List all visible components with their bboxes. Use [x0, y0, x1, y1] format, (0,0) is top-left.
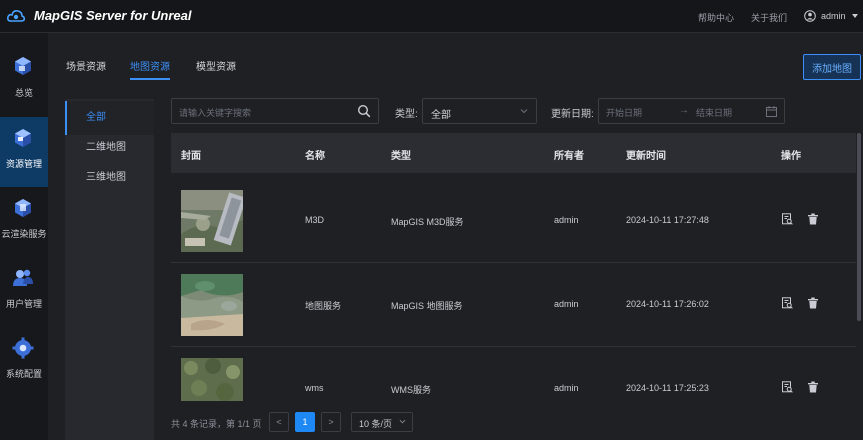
type-select-value: 全部: [431, 110, 451, 121]
cloud-logo-icon: [7, 10, 25, 22]
pagination-summary: 共 4 条记录，第 1/1 页: [171, 419, 262, 429]
resource-cube-icon: [15, 129, 31, 147]
view-details-icon[interactable]: [781, 297, 793, 309]
users-icon: [13, 269, 33, 286]
type-filter-label: 类型:: [395, 109, 418, 120]
row-type: WMS服务: [391, 385, 431, 395]
date-range-arrow: →: [679, 105, 689, 116]
row-type: MapGIS M3D服务: [391, 217, 464, 227]
search-input[interactable]: 请输入关键字搜索: [171, 98, 379, 124]
date-filter-label: 更新日期:: [551, 109, 594, 120]
table-row: M3D MapGIS M3D服务 admin 2024-10-11 17:27:…: [171, 179, 856, 263]
row-name: 地图服务: [305, 301, 342, 311]
cover-thumbnail[interactable]: [181, 358, 243, 401]
resource-table: 封面 名称 类型 所有者 更新时间 操作 M3D MapGIS M3D服务 ad…: [171, 133, 856, 401]
table-header: 封面 名称 类型 所有者 更新时间 操作: [171, 133, 856, 173]
category-2d-map[interactable]: 二维地图: [65, 131, 154, 165]
table-row: wms WMS服务 admin 2024-10-11 17:25:23: [171, 347, 856, 401]
sidebar-item-overview[interactable]: 总览: [0, 33, 48, 103]
page-size-select[interactable]: 10 条/页: [351, 412, 413, 432]
tab-model-resources[interactable]: 模型资源: [196, 58, 236, 73]
view-details-icon[interactable]: [781, 213, 793, 225]
category-panel: 全部 二维地图 三维地图: [65, 99, 154, 440]
sidebar-item-label: 用户管理: [5, 299, 42, 309]
column-header-actions: 操作: [781, 151, 801, 162]
delete-icon[interactable]: [807, 381, 819, 393]
row-updated: 2024-10-11 17:26:02: [626, 299, 709, 309]
row-owner: admin: [554, 215, 579, 225]
calendar-icon: [766, 106, 777, 117]
column-header-owner: 所有者: [554, 151, 584, 162]
prev-page-button[interactable]: <: [269, 412, 289, 432]
table-scrollbar[interactable]: [856, 133, 862, 401]
date-range-picker[interactable]: 开始日期 → 结束日期: [598, 98, 785, 124]
user-menu[interactable]: admin: [804, 9, 858, 23]
row-type: MapGIS 地图服务: [391, 301, 463, 311]
delete-icon[interactable]: [807, 297, 819, 309]
sidebar-item-user-management[interactable]: 用户管理: [0, 257, 48, 327]
row-updated: 2024-10-11 17:27:48: [626, 215, 709, 225]
sidebar-item-label: 总览: [14, 88, 33, 98]
row-owner: admin: [554, 299, 579, 309]
username: admin: [821, 11, 846, 21]
row-name: wms: [305, 383, 324, 393]
category-3d-map[interactable]: 三维地图: [65, 161, 154, 195]
page-size-value: 10 条/页: [359, 419, 393, 429]
active-tab-indicator: [130, 78, 170, 80]
cover-thumbnail[interactable]: [181, 190, 243, 252]
column-header-name: 名称: [305, 151, 325, 162]
overview-cube-icon: [15, 57, 31, 75]
start-date-placeholder[interactable]: 开始日期: [606, 106, 642, 119]
row-owner: admin: [554, 383, 579, 393]
column-header-type: 类型: [391, 151, 411, 162]
sidebar-nav: 总览 资源管理 云渲染服务 用户管理 系统配置: [0, 33, 48, 440]
chevron-down-icon: [399, 419, 406, 424]
column-header-updated: 更新时间: [626, 151, 666, 162]
sidebar-item-label: 资源管理: [5, 159, 42, 169]
category-all[interactable]: 全部: [65, 101, 154, 135]
tab-scene-resources[interactable]: 场景资源: [66, 58, 106, 73]
row-name: M3D: [305, 215, 325, 225]
sidebar-item-resource-management[interactable]: 资源管理: [0, 117, 48, 187]
help-center-link[interactable]: 帮助中心: [698, 11, 734, 24]
sidebar-item-cloud-render[interactable]: 云渲染服务: [0, 187, 48, 257]
app-title: MapGIS Server for Unreal: [34, 8, 192, 23]
view-details-icon[interactable]: [781, 381, 793, 393]
main-content: 场景资源 地图资源 模型资源 添加地图 全部 二维地图 三维地图 请输入关键字搜…: [48, 33, 863, 440]
sidebar-item-label: 系统配置: [5, 369, 42, 379]
next-page-button[interactable]: >: [321, 412, 341, 432]
search-placeholder: 请输入关键字搜索: [179, 108, 252, 118]
tab-map-resources[interactable]: 地图资源: [130, 58, 170, 73]
user-avatar-icon: [804, 10, 816, 22]
chevron-down-icon: [520, 109, 528, 114]
about-us-link[interactable]: 关于我们: [751, 11, 787, 24]
cloud-render-cube-icon: [15, 199, 31, 217]
delete-icon[interactable]: [807, 213, 819, 225]
end-date-placeholder[interactable]: 结束日期: [696, 106, 732, 119]
chevron-down-icon: [851, 14, 858, 18]
scrollbar-thumb[interactable]: [857, 133, 861, 321]
top-bar: MapGIS Server for Unreal 帮助中心 关于我们 admin: [0, 0, 863, 33]
row-updated: 2024-10-11 17:25:23: [626, 383, 709, 393]
settings-gear-icon: [12, 337, 34, 359]
type-select[interactable]: 全部: [422, 98, 537, 124]
page-1-button[interactable]: 1: [295, 412, 315, 432]
table-row: 地图服务 MapGIS 地图服务 admin 2024-10-11 17:26:…: [171, 263, 856, 347]
sidebar-item-system-config[interactable]: 系统配置: [0, 327, 48, 397]
cover-thumbnail[interactable]: [181, 274, 243, 336]
sidebar-item-label: 云渲染服务: [1, 229, 47, 239]
add-map-button[interactable]: 添加地图: [803, 54, 861, 80]
search-icon[interactable]: [357, 104, 371, 118]
column-header-cover: 封面: [181, 151, 201, 162]
